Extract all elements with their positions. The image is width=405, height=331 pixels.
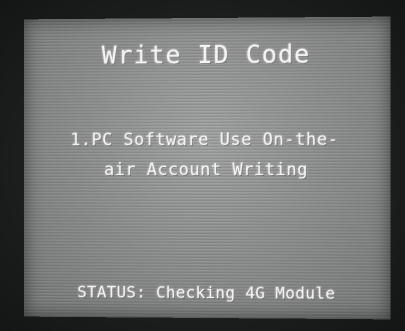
lcd-screen: Write ID Code 1.PC Software Use On-the- …	[23, 16, 391, 320]
screen-title: Write ID Code	[101, 39, 311, 70]
message-line-1: 1.PC Software Use On-the-	[70, 129, 339, 151]
message-line-2: air Account Writing	[104, 159, 308, 181]
device-bezel: Write ID Code 1.PC Software Use On-the- …	[0, 0, 405, 331]
status-text: STATUS: Checking 4G Module	[77, 282, 336, 303]
